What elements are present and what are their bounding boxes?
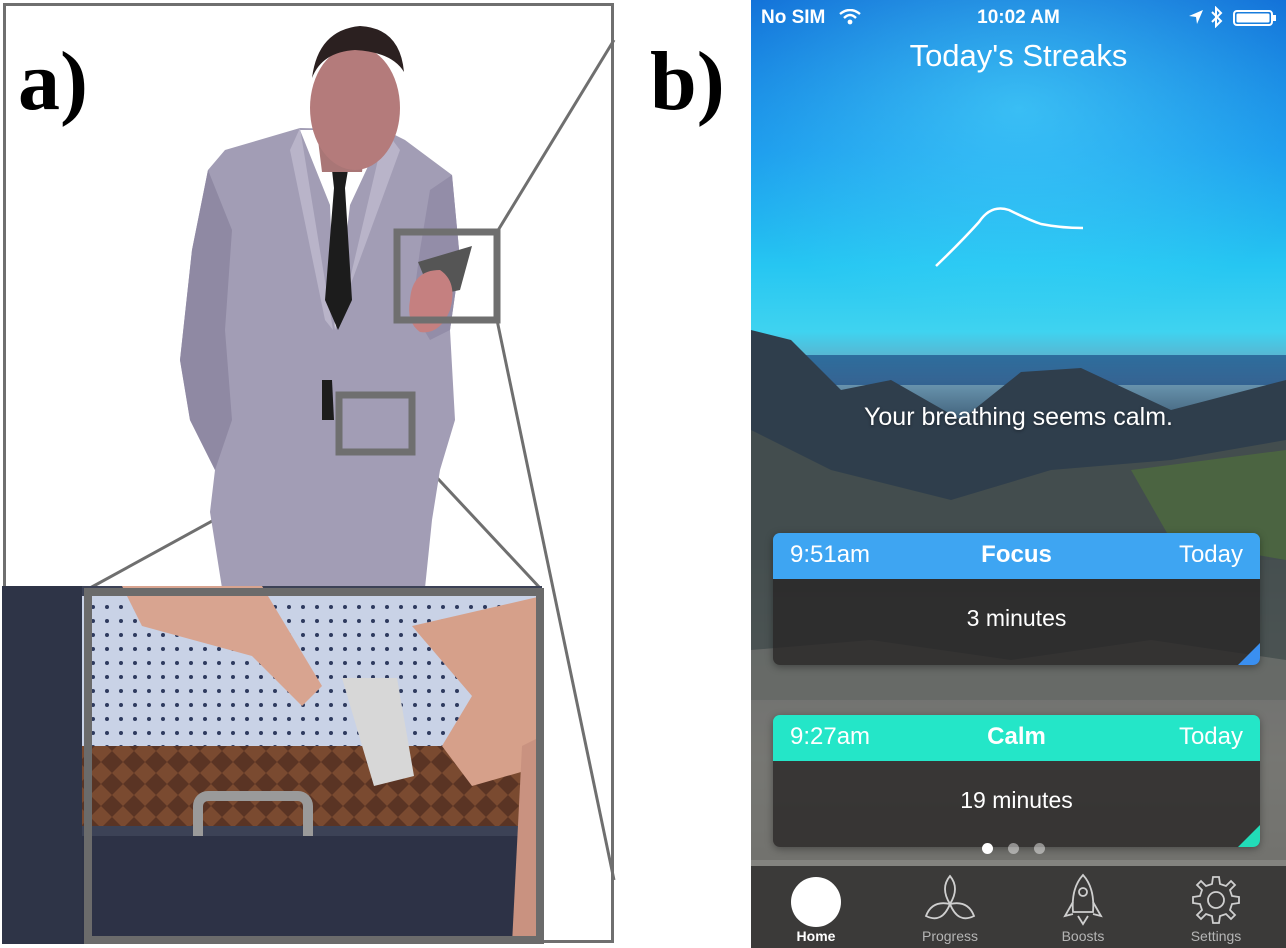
belt-sensor-photo [2,586,542,944]
tab-label: Settings [1190,928,1242,944]
page-dot-1[interactable] [982,843,993,854]
panel-label-b: b) [650,35,725,128]
streak-time: 9:51am [790,541,871,568]
corner-flag-icon [1238,643,1260,665]
location-arrow-icon [1189,10,1203,24]
streak-duration: 19 minutes [960,787,1073,813]
streak-card-header: Focus 9:51am Today [773,533,1260,579]
streak-time: 9:27am [790,723,871,750]
panel-label-a: a) [18,35,88,128]
streak-card-calm[interactable]: Calm 9:27am Today 19 minutes [773,715,1260,847]
streak-day: Today [1178,541,1243,568]
page-indicator[interactable] [982,841,1060,855]
corner-flag-icon [1238,825,1260,847]
tab-label: Progress [921,928,979,944]
tab-settings[interactable]: Settings [1156,866,1276,948]
bluetooth-icon [1211,6,1223,28]
page-dot-2[interactable] [1008,843,1019,854]
tab-progress[interactable]: Progress [890,866,1010,948]
tab-label: Boosts [1061,928,1105,944]
streak-card-body: 19 minutes [773,761,1260,847]
tab-home[interactable]: Home [756,866,876,948]
status-time: 10:02 AM [977,7,1060,28]
tab-label: Home [796,928,836,944]
page-dot-3[interactable] [1034,843,1045,854]
panel-a-illustration [0,0,618,948]
streak-duration: 3 minutes [966,605,1067,631]
breathing-status-message: Your breathing seems calm. [864,403,1173,431]
phone-app-screen: No SIM 10:02 AM Today's Streaks Your bre… [751,0,1286,948]
flower-icon [924,874,976,920]
battery-icon [1233,10,1276,26]
screen-title: Today's Streaks [909,38,1128,73]
streak-card-body: 3 minutes [773,579,1260,665]
home-circle-icon [791,877,841,927]
gear-icon [1192,876,1240,924]
tab-boosts[interactable]: Boosts [1023,866,1143,948]
streak-card-focus[interactable]: Focus 9:51am Today 3 minutes [773,533,1260,665]
tab-bar: Home Progress Boosts Settings [751,866,1286,948]
rocket-icon [1063,873,1103,926]
streak-day: Today [1178,723,1243,750]
status-bar: No SIM 10:02 AM [751,0,1286,34]
streak-card-header: Calm 9:27am Today [773,715,1260,761]
breathing-wave-graph [935,207,1084,267]
